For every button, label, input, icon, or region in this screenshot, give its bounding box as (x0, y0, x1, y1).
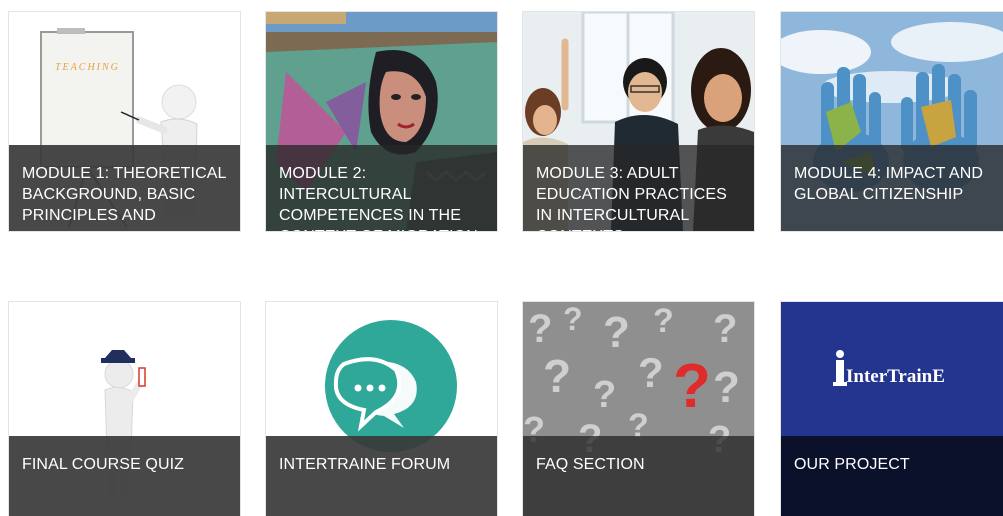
module-3-title: MODULE 3: ADULT EDUCATION PRACTICES IN I… (523, 145, 754, 231)
svg-text:?: ? (638, 349, 664, 396)
final-quiz-title: FINAL COURSE QUIZ (9, 436, 240, 516)
svg-text:?: ? (673, 352, 711, 421)
module-1-title: MODULE 1: THEORETICAL BACKGROUND, BASIC … (9, 145, 240, 231)
forum-card[interactable]: INTERTRAINE FORUM (266, 302, 497, 516)
module-1-card[interactable]: TEACHING MODULE 1: THEORETICAL BACKGROUN… (9, 12, 240, 231)
forum-title: INTERTRAINE FORUM (266, 436, 497, 516)
svg-text:?: ? (653, 302, 674, 340)
svg-text:?: ? (543, 350, 571, 402)
our-project-card[interactable]: InterTrainE OUR PROJECT (781, 302, 1003, 516)
faq-card[interactable]: ? ? ? ? ? ? ? ? ? ? ? ? ? ? FAQ SECTION (523, 302, 754, 516)
module-2-title: MODULE 2: INTERCULTURAL COMPETENCES IN T… (266, 145, 497, 231)
svg-text:?: ? (563, 302, 583, 337)
svg-text:?: ? (713, 363, 740, 412)
final-quiz-card[interactable]: FINAL COURSE QUIZ (9, 302, 240, 516)
module-4-card[interactable]: MODULE 4: IMPACT AND GLOBAL CITIZENSHIP (781, 12, 1003, 231)
svg-text:?: ? (593, 374, 616, 416)
whiteboard-text: TEACHING (55, 62, 120, 73)
svg-text:?: ? (603, 308, 630, 357)
module-3-card[interactable]: MODULE 3: ADULT EDUCATION PRACTICES IN I… (523, 12, 754, 231)
svg-text:?: ? (528, 307, 552, 351)
intertraine-logo-text: InterTrainE (846, 366, 945, 387)
our-project-title: OUR PROJECT (781, 436, 1003, 516)
svg-text:?: ? (713, 307, 737, 351)
module-4-title: MODULE 4: IMPACT AND GLOBAL CITIZENSHIP (781, 145, 1003, 231)
faq-title: FAQ SECTION (523, 436, 754, 516)
module-2-card[interactable]: MODULE 2: INTERCULTURAL COMPETENCES IN T… (266, 12, 497, 231)
